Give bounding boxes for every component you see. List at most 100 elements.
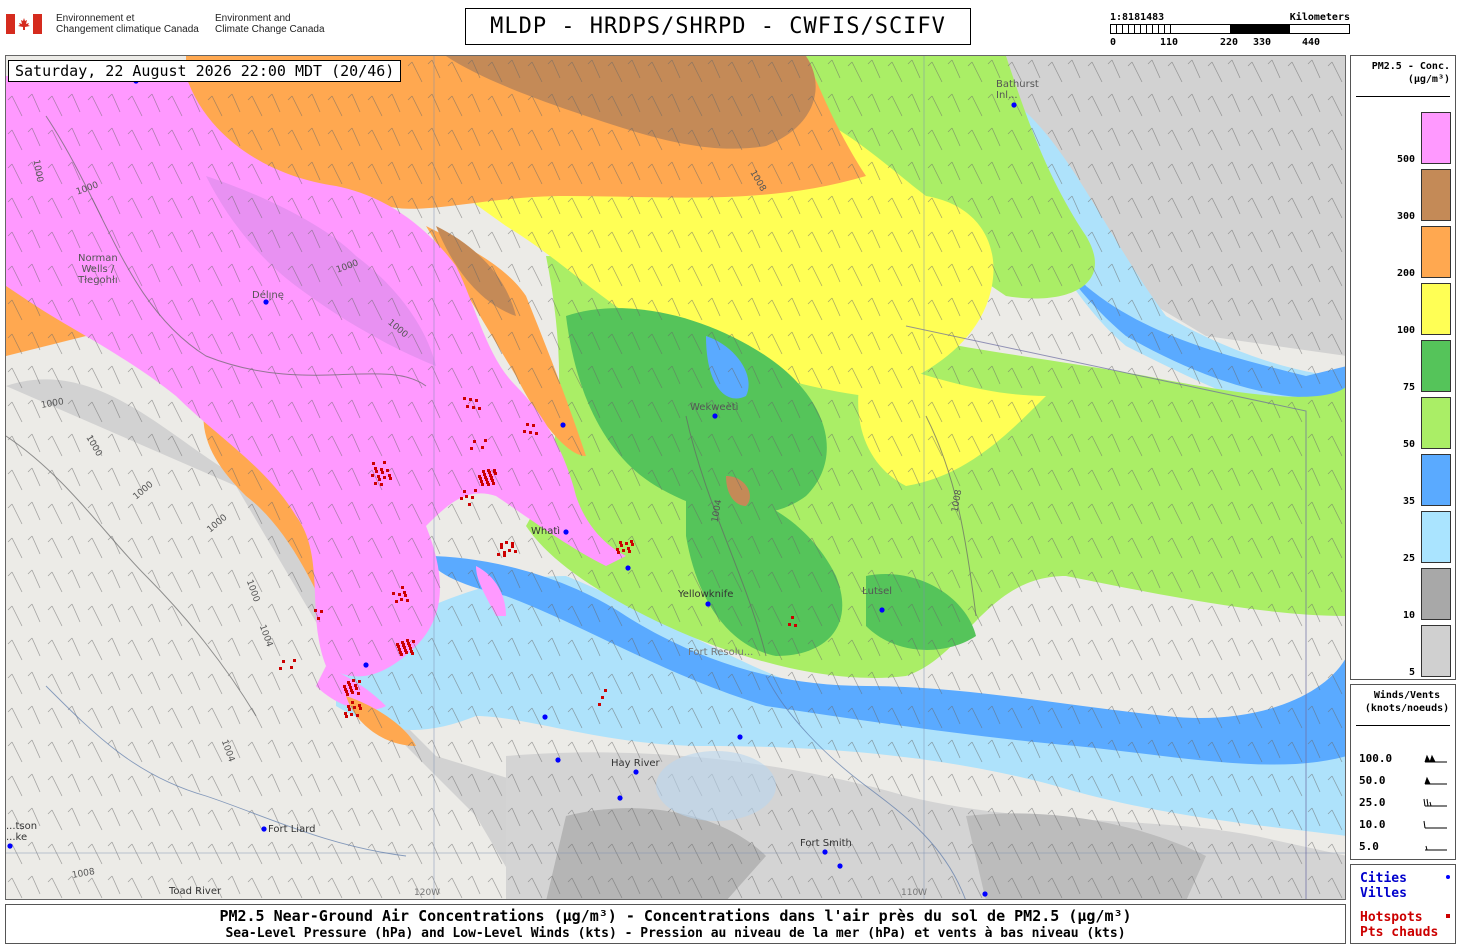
hotspot-marker: [460, 497, 463, 500]
hotspot-marker: [529, 431, 532, 434]
hotspot-marker: [511, 545, 514, 548]
hotspot-marker: [622, 549, 625, 552]
hotspot-marker: [396, 643, 399, 646]
hotspot-marker: [346, 693, 349, 696]
hotspot-marker: [282, 660, 285, 663]
hotspot-marker: [598, 703, 601, 706]
hotspot-marker: [619, 541, 622, 544]
hotspot-marker: [627, 547, 630, 550]
hotspot-marker: [403, 591, 406, 594]
hotspot-marker: [481, 483, 484, 486]
hotspot-marker: [628, 550, 631, 553]
legend-swatch-label: 25: [1402, 553, 1415, 564]
legend-swatch: [1421, 397, 1451, 449]
hotspot-marker: [351, 701, 354, 704]
legend-swatch-label: 300: [1396, 211, 1415, 222]
eccc-logo: [6, 12, 42, 38]
hotspot-marker: [400, 598, 403, 601]
hotspot-marker: [482, 470, 485, 473]
hotspot-marker: [526, 423, 529, 426]
hotspot-marker: [314, 609, 317, 612]
scale-tick: 220: [1220, 37, 1239, 48]
legend-swatch: [1421, 568, 1451, 620]
scale-ratio: 1:8181483: [1110, 12, 1165, 23]
hotspot-marker: [617, 551, 620, 554]
map-title: MLDP - HRDPS/SHRPD - CWFIS/SCIFV: [465, 8, 971, 45]
hotspot-marker: [349, 686, 352, 689]
hotspot-square-icon: [1446, 914, 1450, 918]
hotspot-marker: [398, 648, 401, 651]
map-canvas: [6, 56, 1345, 899]
hotspot-marker: [344, 688, 347, 691]
hotspot-marker: [481, 446, 484, 449]
barb-25-icon: [1423, 798, 1447, 807]
city-label-toad-river: Toad River: [169, 886, 222, 897]
legend-swatch: [1421, 283, 1451, 335]
hotspot-marker: [317, 617, 320, 620]
agency-name-en: Environment and Climate Change Canada: [215, 13, 325, 35]
scale-tick: 110: [1160, 37, 1179, 48]
hotspot-marker: [791, 616, 794, 619]
hotspot-marker: [350, 689, 353, 692]
caption-line-1: PM2.5 Near-Ground Air Concentrations (µg…: [219, 907, 1132, 925]
hotspot-marker: [503, 554, 506, 557]
hotspots-legend-label: Hotspots Pts chauds: [1360, 910, 1452, 940]
hotspot-marker: [375, 470, 378, 473]
hotspot-marker: [473, 440, 476, 443]
city-marker: [363, 662, 369, 668]
wind-legend-row: 25.0: [1359, 796, 1451, 812]
legend-swatch-label: 35: [1402, 496, 1415, 507]
legend-swatch: [1421, 625, 1451, 677]
hotspot-marker: [406, 639, 409, 642]
hotspot-marker: [374, 467, 377, 470]
city-label-lutselke: Łutsel: [862, 586, 893, 597]
graticule-label: 120W: [414, 888, 441, 898]
hotspot-marker: [412, 640, 415, 643]
hotspot-marker: [378, 478, 381, 481]
hotspot-marker: [358, 704, 361, 707]
hotspot-marker: [478, 407, 481, 410]
hotspot-marker: [497, 553, 500, 556]
hotspot-marker: [471, 496, 474, 499]
map-caption: PM2.5 Near-Ground Air Concentrations (µg…: [5, 904, 1346, 944]
hotspot-marker: [347, 705, 350, 708]
forecast-datetime: Saturday, 22 August 2026 22:00 MDT (20/4…: [8, 60, 402, 82]
hotspot-marker: [505, 541, 508, 544]
hotspot-marker: [357, 692, 360, 695]
hotspot-marker: [347, 681, 350, 684]
scale-tick: 440: [1302, 37, 1321, 48]
hotspot-marker: [290, 666, 293, 669]
hotspot-marker: [410, 650, 413, 653]
city-label-bathurst-inlet: Bathurst Inl...: [996, 79, 1039, 101]
city-marker: [625, 565, 631, 571]
city-dot-icon: [1446, 875, 1450, 879]
city-marker: [555, 757, 561, 763]
city-marker: [737, 734, 743, 740]
hotspot-marker: [523, 430, 526, 433]
legend-swatch-label: 200: [1396, 268, 1415, 279]
hotspot-marker: [320, 610, 323, 613]
city-label-fort-smith: Fort Smith: [800, 838, 852, 849]
legend-swatch: [1421, 511, 1451, 563]
wind-legend-row: 5.0: [1359, 840, 1451, 856]
wind-legend-row: 100.0: [1359, 752, 1451, 768]
legend-swatch-label: 5: [1408, 667, 1415, 678]
city-label-norman-wells: Norman Wells / Tłegohłı: [78, 253, 118, 286]
hotspot-marker: [392, 592, 395, 595]
hotspot-marker: [348, 708, 351, 711]
legend-swatch: [1421, 169, 1451, 221]
hotspot-marker: [371, 474, 374, 477]
smoke-forecast-map[interactable]: Norman Wells / Tłegohłı Délı̨nę Bathurst In…: [5, 55, 1346, 900]
hotspot-marker: [475, 399, 478, 402]
wind-legend-row: 50.0: [1359, 774, 1451, 790]
hotspot-marker: [484, 476, 487, 479]
hotspot-marker: [620, 544, 623, 547]
hotspot-marker: [381, 471, 384, 474]
hotspot-marker: [359, 707, 362, 710]
hotspot-marker: [355, 687, 358, 690]
legend-swatch-label: 10: [1402, 610, 1415, 621]
hotspot-marker: [492, 482, 495, 485]
hotspot-marker: [386, 469, 389, 472]
agency-name-fr: Environnement et Changement climatique C…: [56, 13, 199, 35]
caption-line-2: Sea-Level Pressure (hPa) and Low-Level W…: [225, 926, 1126, 941]
